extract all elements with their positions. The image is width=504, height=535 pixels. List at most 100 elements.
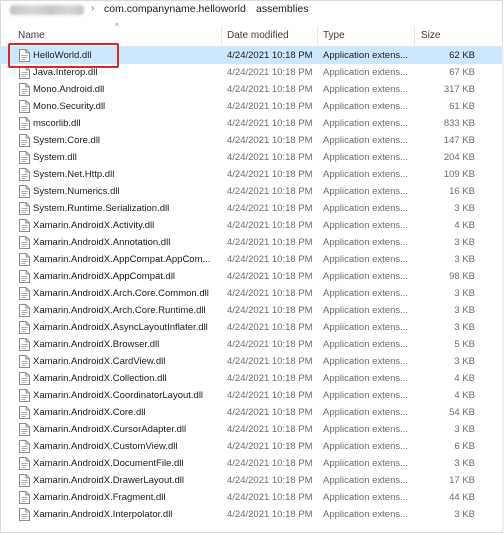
file-name: Xamarin.AndroidX.DocumentFile.dll — [33, 458, 184, 469]
file-row[interactable]: Xamarin.AndroidX.CursorAdapter.dll 4/24/2… — [0, 421, 504, 438]
column-header-size[interactable]: Size — [421, 30, 440, 41]
file-size: 3 KB — [454, 356, 475, 367]
file-row[interactable]: Xamarin.AndroidX.Fragment.dll 4/24/2021 1… — [0, 489, 504, 506]
file-size: 3 KB — [454, 509, 475, 520]
file-name: Xamarin.AndroidX.Arch.Core.Runtime.dll — [33, 305, 206, 316]
file-name: System.Core.dll — [33, 135, 101, 146]
file-date-modified: 4/24/2021 10:18 PM — [227, 169, 313, 180]
file-row[interactable]: Mono.Security.dll 4/24/2021 10:18 PM Appli… — [0, 98, 504, 115]
dll-file-icon — [19, 508, 30, 521]
file-row[interactable]: HelloWorld.dll 4/24/2021 10:18 PM Applicat… — [0, 47, 504, 64]
file-size: 17 KB — [449, 475, 475, 486]
file-row[interactable]: System.Net.Http.dll 4/24/2021 10:18 PM App… — [0, 166, 504, 183]
file-date-modified: 4/24/2021 10:18 PM — [227, 84, 313, 95]
file-date-modified: 4/24/2021 10:18 PM — [227, 441, 313, 452]
column-header-date[interactable]: Date modified — [227, 30, 289, 41]
file-name: Java.Interop.dll — [33, 67, 98, 78]
file-name: Xamarin.AndroidX.Core.dll — [33, 407, 146, 418]
dll-file-icon — [19, 66, 30, 79]
file-row[interactable]: Xamarin.AndroidX.AppCompat.AppCom... 4/24… — [0, 251, 504, 268]
file-type: Application extens... — [323, 67, 409, 78]
file-name: Xamarin.AndroidX.Collection.dll — [33, 373, 167, 384]
dll-file-icon — [19, 270, 30, 283]
redacted-path-segment — [10, 5, 84, 15]
file-date-modified: 4/24/2021 10:18 PM — [227, 373, 313, 384]
file-row[interactable]: Xamarin.AndroidX.Activity.dll 4/24/2021 1… — [0, 217, 504, 234]
file-row[interactable]: Xamarin.AndroidX.CoordinatorLayout.dll 4/… — [0, 387, 504, 404]
sort-up-icon: ^ — [115, 22, 119, 31]
file-row[interactable]: Java.Interop.dll 4/24/2021 10:18 PM Applic… — [0, 64, 504, 81]
file-type: Application extens... — [323, 492, 409, 503]
dll-file-icon — [19, 372, 30, 385]
file-type: Application extens... — [323, 152, 409, 163]
dll-file-icon — [19, 304, 30, 317]
dll-file-icon — [19, 83, 30, 96]
dll-file-icon — [19, 185, 30, 198]
file-row[interactable]: Xamarin.AndroidX.AppCompat.dll 4/24/2021 … — [0, 268, 504, 285]
file-type: Application extens... — [323, 288, 409, 299]
file-row[interactable]: Xamarin.AndroidX.CardView.dll 4/24/2021 1… — [0, 353, 504, 370]
file-type: Application extens... — [323, 475, 409, 486]
file-size: 3 KB — [454, 424, 475, 435]
column-header-type[interactable]: Type — [323, 30, 345, 41]
file-name: Xamarin.AndroidX.Interpolator.dll — [33, 509, 173, 520]
column-header-name[interactable]: Name — [18, 30, 45, 41]
file-row[interactable]: System.Runtime.Serialization.dll 4/24/202… — [0, 200, 504, 217]
file-row[interactable]: Xamarin.AndroidX.Arch.Core.Runtime.dll 4/… — [0, 302, 504, 319]
dll-file-icon — [19, 202, 30, 215]
file-size: 61 KB — [449, 101, 475, 112]
breadcrumb-separator: › — [91, 3, 95, 14]
file-size: 16 KB — [449, 186, 475, 197]
file-type: Application extens... — [323, 373, 409, 384]
file-row[interactable]: System.dll 4/24/2021 10:18 PM Application … — [0, 149, 504, 166]
dll-file-icon — [19, 49, 30, 62]
file-size: 833 KB — [443, 118, 475, 129]
file-row[interactable]: System.Core.dll 4/24/2021 10:18 PM Applica… — [0, 132, 504, 149]
dll-file-icon — [19, 457, 30, 470]
file-size: 4 KB — [454, 220, 475, 231]
file-date-modified: 4/24/2021 10:18 PM — [227, 305, 313, 316]
file-size: 5 KB — [454, 339, 475, 350]
file-date-modified: 4/24/2021 10:18 PM — [227, 50, 313, 61]
file-type: Application extens... — [323, 101, 409, 112]
column-divider[interactable] — [221, 26, 222, 46]
file-row[interactable]: Xamarin.AndroidX.DrawerLayout.dll 4/24/20… — [0, 472, 504, 489]
file-row[interactable]: Xamarin.AndroidX.Arch.Core.Common.dll 4/2… — [0, 285, 504, 302]
file-size: 147 KB — [443, 135, 475, 146]
file-size: 44 KB — [449, 492, 475, 503]
file-size: 98 KB — [449, 271, 475, 282]
file-type: Application extens... — [323, 203, 409, 214]
file-row[interactable]: Xamarin.AndroidX.Annotation.dll 4/24/2021… — [0, 234, 504, 251]
file-date-modified: 4/24/2021 10:18 PM — [227, 271, 313, 282]
file-date-modified: 4/24/2021 10:18 PM — [227, 135, 313, 146]
dll-file-icon — [19, 440, 30, 453]
file-row[interactable]: Mono.Android.dll 4/24/2021 10:18 PM Applic… — [0, 81, 504, 98]
file-date-modified: 4/24/2021 10:18 PM — [227, 492, 313, 503]
file-name: Xamarin.AndroidX.AppCompat.AppCom... — [33, 254, 211, 265]
file-row[interactable]: Xamarin.AndroidX.AsyncLayoutInflater.dll… — [0, 319, 504, 336]
file-row[interactable]: Xamarin.AndroidX.DocumentFile.dll 4/24/20… — [0, 455, 504, 472]
file-name: System.Runtime.Serialization.dll — [33, 203, 170, 214]
breadcrumb-item-package[interactable]: com.companyname.helloworld — [104, 3, 246, 15]
column-divider[interactable] — [414, 26, 415, 46]
file-size: 62 KB — [449, 50, 475, 61]
file-type: Application extens... — [323, 339, 409, 350]
dll-file-icon — [19, 100, 30, 113]
file-name: Xamarin.AndroidX.Activity.dll — [33, 220, 155, 231]
file-type: Application extens... — [323, 237, 409, 248]
file-name: Xamarin.AndroidX.Arch.Core.Common.dll — [33, 288, 209, 299]
file-row[interactable]: Xamarin.AndroidX.Core.dll 4/24/2021 10:18… — [0, 404, 504, 421]
file-name: HelloWorld.dll — [33, 50, 92, 61]
file-name: Xamarin.AndroidX.CardView.dll — [33, 356, 166, 367]
file-row[interactable]: Xamarin.AndroidX.CustomView.dll 4/24/2021… — [0, 438, 504, 455]
dll-file-icon — [19, 253, 30, 266]
file-row[interactable]: Xamarin.AndroidX.Interpolator.dll 4/24/20… — [0, 506, 504, 523]
column-divider[interactable] — [317, 26, 318, 46]
file-row[interactable]: System.Numerics.dll 4/24/2021 10:18 PM App… — [0, 183, 504, 200]
file-row[interactable]: Xamarin.AndroidX.Collection.dll 4/24/2021… — [0, 370, 504, 387]
file-name: Xamarin.AndroidX.AsyncLayoutInflater.dll — [33, 322, 208, 333]
file-row[interactable]: Xamarin.AndroidX.Browser.dll 4/24/2021 10… — [0, 336, 504, 353]
file-name: Xamarin.AndroidX.DrawerLayout.dll — [33, 475, 185, 486]
breadcrumb-item-assemblies[interactable]: assemblies — [256, 3, 309, 15]
file-row[interactable]: mscorlib.dll 4/24/2021 10:18 PM Applicatio… — [0, 115, 504, 132]
